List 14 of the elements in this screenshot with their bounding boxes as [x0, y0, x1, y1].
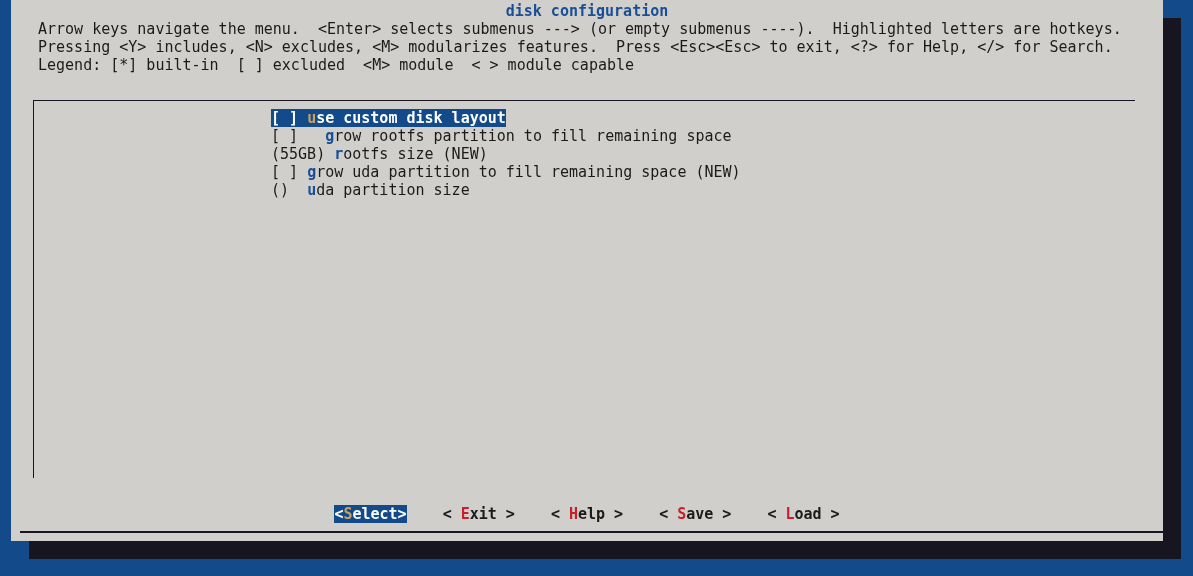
menu-item[interactable]: (55GB) rootfs size (NEW): [271, 145, 488, 163]
menu-item[interactable]: [ ] grow rootfs partition to fill remaining space: [271, 127, 732, 145]
menu-item[interactable]: () uda partition size: [271, 181, 470, 199]
dialog-button[interactable]: < Exit >: [442, 505, 515, 523]
dialog-button[interactable]: < Load >: [767, 505, 840, 523]
menu-item[interactable]: [ ] grow uda partition to fill remaining space (NEW): [271, 163, 741, 181]
dialog-button[interactable]: < Save >: [659, 505, 732, 523]
dialog-title: disk configuration: [505, 2, 669, 20]
menu-item[interactable]: [ ] use custom disk layout: [271, 109, 506, 127]
dialog-button[interactable]: <Select>: [334, 505, 407, 523]
help-text: Arrow keys navigate the menu. <Enter> selects submenus ---> (or empty submenus ----). Highlighted letters are hotkeys.: [38, 20, 1122, 38]
dialog-button[interactable]: < Help >: [550, 505, 624, 523]
help-text: Legend: [*] built-in [ ] excluded <M> module < > module capable: [38, 56, 635, 74]
help-text: Pressing <Y> includes, <N> excludes, <M> modularizes features. Press <Esc><Esc> to exit, <?> for Help, </> for Search.: [38, 38, 1113, 56]
